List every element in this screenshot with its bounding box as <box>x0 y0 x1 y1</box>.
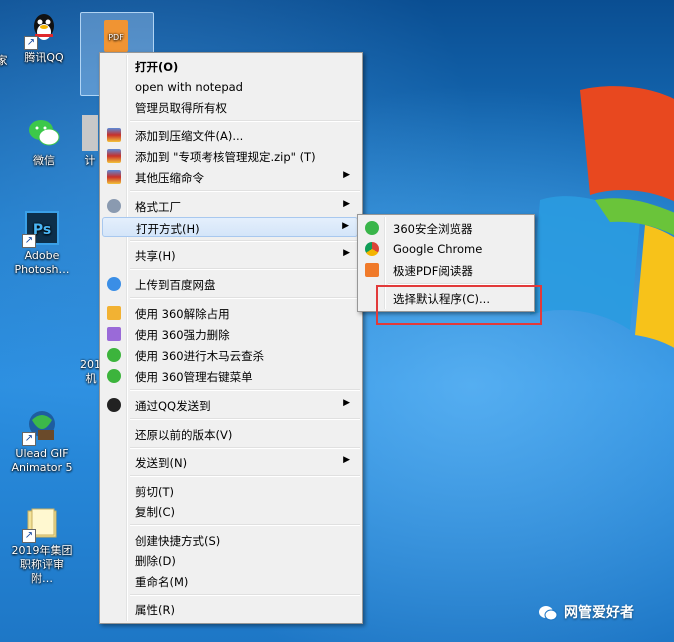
shortcut-arrow-icon: ↗ <box>22 234 36 248</box>
chrome-icon <box>365 242 379 256</box>
menu-item-open-with[interactable]: 打开方式(H) ▶ <box>102 217 358 237</box>
menu-separator <box>130 190 360 192</box>
submenu-arrow-icon: ▶ <box>343 455 350 465</box>
menu-item-other-compress[interactable]: 其他压缩命令 ▶ <box>102 167 358 187</box>
360-shield-icon <box>107 348 121 362</box>
menu-separator <box>130 297 360 299</box>
app-icon <box>82 115 98 151</box>
menu-separator <box>130 418 360 420</box>
windows-logo <box>530 86 674 348</box>
menu-item-cut[interactable]: 剪切(T) <box>102 481 358 501</box>
desktop-icon-zip-file[interactable]: ↗ 2019年集团职称评审附… <box>10 505 74 586</box>
menu-item-copy[interactable]: 复制(C) <box>102 501 358 521</box>
menu-item-restore-previous[interactable]: 还原以前的版本(V) <box>102 424 358 444</box>
desktop-icon-wechat[interactable]: 微信 <box>12 115 76 168</box>
menu-separator <box>130 389 360 391</box>
menu-item-rename[interactable]: 重命名(M) <box>102 571 358 591</box>
submenu-arrow-icon: ▶ <box>343 170 350 180</box>
qq-penguin-icon: ↗ <box>24 12 62 50</box>
menu-item-add-to-archive[interactable]: 添加到压缩文件(A)... <box>102 125 358 145</box>
menu-item-open-with-notepad[interactable]: open with notepad <box>102 77 358 97</box>
menu-item-add-to-zip[interactable]: 添加到 "专项考核管理规定.zip" (T) <box>102 146 358 166</box>
menu-separator <box>130 475 360 477</box>
winrar-icon <box>107 149 121 163</box>
desktop-icon-qq[interactable]: ↗ 腾讯QQ <box>12 12 76 65</box>
submenu-arrow-icon: ▶ <box>343 248 350 258</box>
menu-item-format-factory[interactable]: 格式工厂 ▶ <box>102 196 358 216</box>
menu-item-send-via-qq[interactable]: 通过QQ发送到 ▶ <box>102 395 358 415</box>
shortcut-arrow-icon: ↗ <box>24 36 38 50</box>
submenu-item-360-browser[interactable]: 360安全浏览器 <box>360 218 530 238</box>
menu-item-open[interactable]: 打开(O) <box>102 56 358 76</box>
svg-text:PDF: PDF <box>108 33 124 42</box>
menu-separator <box>130 447 360 449</box>
menu-item-baidu-upload[interactable]: 上传到百度网盘 <box>102 274 358 294</box>
shortcut-arrow-icon: ↗ <box>22 432 36 446</box>
360-shield-icon <box>107 369 121 383</box>
ulead-gif-icon: ↗ <box>22 408 60 446</box>
desktop-icon-ulead[interactable]: ↗ Ulead GIF Animator 5 <box>10 408 74 475</box>
submenu-arrow-icon: ▶ <box>343 398 350 408</box>
submenu-arrow-icon: ▶ <box>343 199 350 209</box>
menu-separator <box>130 524 360 526</box>
menu-item-delete[interactable]: 删除(D) <box>102 550 358 570</box>
pdf-file-icon: PDF <box>98 18 134 54</box>
360-delete-icon <box>107 327 121 341</box>
menu-separator <box>130 240 360 242</box>
menu-item-360-unlock[interactable]: 使用 360解除占用 <box>102 303 358 323</box>
360-unlock-icon <box>107 306 121 320</box>
wechat-icon <box>26 115 62 151</box>
menu-separator <box>130 268 360 270</box>
winrar-icon <box>107 128 121 142</box>
wechat-watermark-icon <box>539 606 558 621</box>
menu-item-360-trojan-scan[interactable]: 使用 360进行木马云查杀 <box>102 345 358 365</box>
context-menu: 打开(O) open with notepad 管理员取得所有权 添加到压缩文件… <box>99 52 363 624</box>
menu-item-send-to[interactable]: 发送到(N) ▶ <box>102 452 358 472</box>
watermark: 网管爱好者 <box>538 602 634 622</box>
qq-icon <box>107 398 121 412</box>
shortcut-arrow-icon: ↗ <box>22 529 36 543</box>
format-factory-icon <box>107 199 121 213</box>
menu-item-properties[interactable]: 属性(R) <box>102 599 358 619</box>
winrar-icon <box>107 170 121 184</box>
menu-item-360-manage-menu[interactable]: 使用 360管理右键菜单 <box>102 366 358 386</box>
menu-separator <box>130 594 360 596</box>
360-browser-icon <box>365 221 379 235</box>
menu-item-take-ownership[interactable]: 管理员取得所有权 <box>102 97 358 117</box>
desktop-icon-photoshop[interactable]: Ps ↗ Adobe Photosh… <box>10 210 74 277</box>
submenu-arrow-icon: ▶ <box>342 221 349 231</box>
pdf-reader-icon <box>365 263 379 277</box>
submenu-item-pdf-reader[interactable]: 极速PDF阅读器 <box>360 260 530 280</box>
menu-item-share[interactable]: 共享(H) ▶ <box>102 245 358 265</box>
menu-item-360-force-delete[interactable]: 使用 360强力删除 <box>102 324 358 344</box>
folder-icon: ↗ <box>22 505 60 543</box>
menu-item-create-shortcut[interactable]: 创建快捷方式(S) <box>102 530 358 550</box>
photoshop-icon: Ps ↗ <box>22 210 60 248</box>
menu-separator <box>130 120 360 122</box>
baidu-netdisk-icon <box>107 277 121 291</box>
submenu-item-google-chrome[interactable]: Google Chrome <box>360 239 530 259</box>
highlight-annotation-box <box>376 285 542 325</box>
